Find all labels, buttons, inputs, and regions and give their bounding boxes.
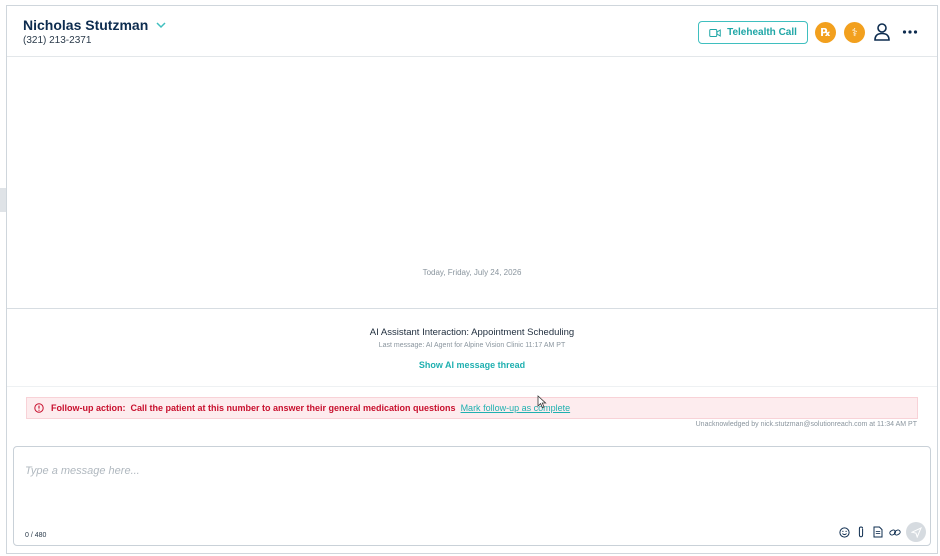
- emoji-icon: [838, 526, 850, 538]
- medical-button[interactable]: ⚕: [844, 22, 865, 43]
- caduceus-icon: ⚕: [851, 27, 858, 39]
- link-icon: [889, 528, 901, 535]
- warning-circle-icon: [34, 403, 44, 413]
- send-icon: [910, 526, 922, 538]
- link-button[interactable]: [889, 526, 901, 538]
- emoji-button[interactable]: [838, 526, 850, 538]
- paperclip-icon: [858, 526, 864, 538]
- ai-last-message: Last message: AI Agent for Alpine Vision…: [378, 342, 566, 349]
- chevron-down-icon: [156, 22, 166, 29]
- thread-divider: [7, 308, 937, 309]
- conversation-header: Nicholas Stutzman (321) 213-2371 Telehea…: [7, 6, 937, 57]
- followup-text: Call the patient at this number to answe…: [130, 403, 456, 413]
- date-separator: Today, Friday, July 24, 2026: [422, 268, 522, 277]
- ai-section-divider: [7, 386, 937, 387]
- attach-button[interactable]: [855, 526, 867, 538]
- conversation-panel: Nicholas Stutzman (321) 213-2371 Telehea…: [6, 5, 938, 554]
- patient-phone: (321) 213-2371: [23, 35, 92, 46]
- mark-followup-complete-link[interactable]: Mark follow-up as complete: [461, 403, 571, 413]
- rx-icon: ℞: [820, 27, 831, 39]
- telehealth-call-label: Telehealth Call: [727, 27, 797, 38]
- message-input[interactable]: [14, 447, 930, 517]
- message-composer: 0 / 480: [13, 446, 931, 546]
- composer-toolbar: [838, 522, 926, 542]
- character-count: 0 / 480: [25, 532, 47, 539]
- more-horizontal-icon[interactable]: [902, 26, 918, 38]
- document-icon: [873, 526, 883, 538]
- telehealth-call-button[interactable]: Telehealth Call: [698, 21, 808, 44]
- document-button[interactable]: [872, 526, 884, 538]
- ai-interaction-title: AI Assistant Interaction: Appointment Sc…: [369, 327, 575, 338]
- patient-name: Nicholas Stutzman: [23, 17, 149, 33]
- send-button[interactable]: [906, 522, 926, 542]
- mouse-cursor-icon: [537, 395, 547, 409]
- patient-name-dropdown[interactable]: Nicholas Stutzman: [23, 17, 167, 33]
- followup-banner: Follow-up action: Call the patient at th…: [26, 397, 918, 419]
- user-icon[interactable]: [873, 22, 891, 42]
- followup-label: Follow-up action:: [51, 403, 126, 413]
- video-icon: [709, 28, 721, 37]
- acknowledgement-status: Unacknowledged by nick.stutzman@solution…: [695, 421, 917, 428]
- show-ai-thread-link[interactable]: Show AI message thread: [7, 360, 937, 370]
- prescription-button[interactable]: ℞: [815, 22, 836, 43]
